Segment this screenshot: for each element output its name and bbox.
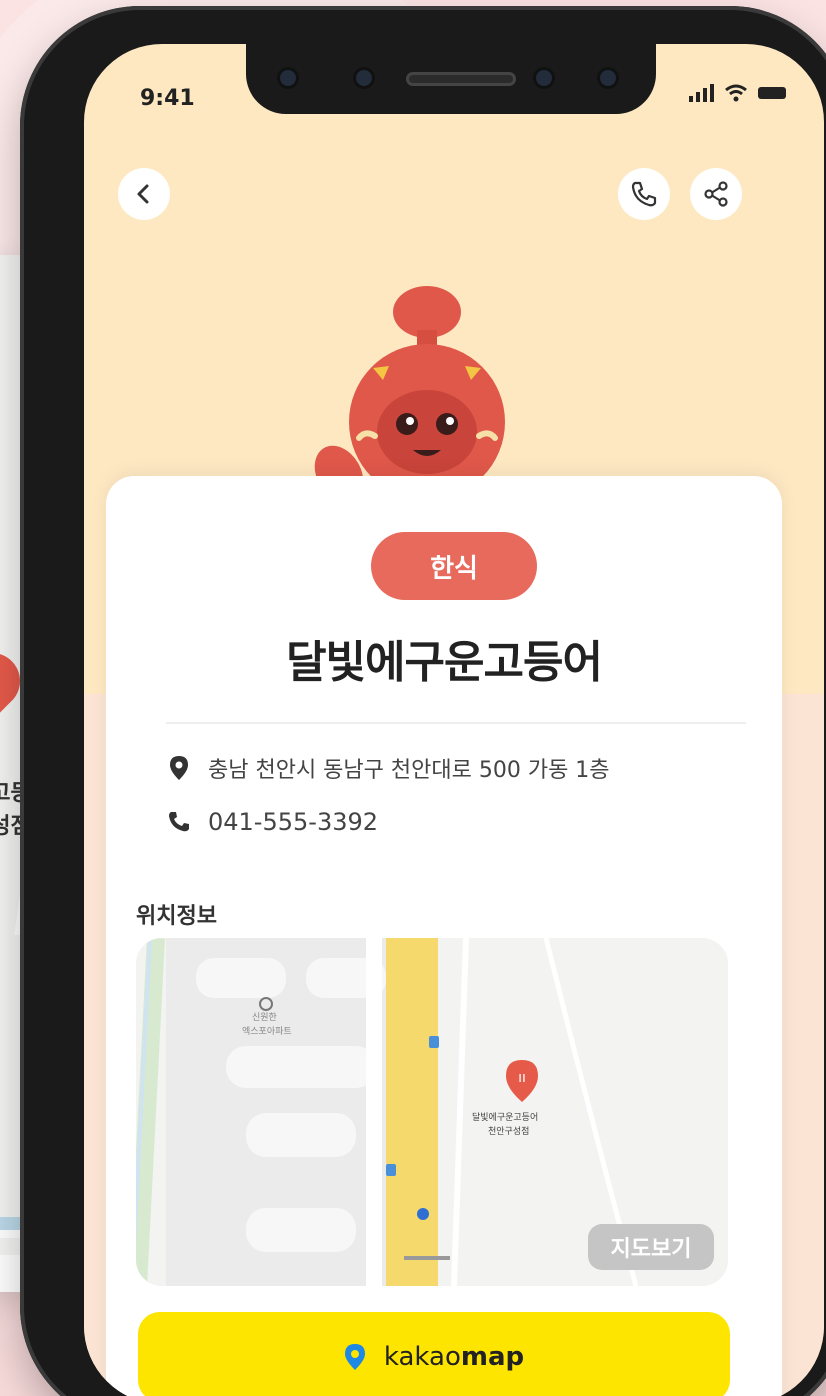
- kakao-text: kakao: [383, 1342, 461, 1372]
- call-button[interactable]: [618, 168, 670, 220]
- phone-row[interactable]: 041-555-3392: [166, 808, 378, 836]
- phone-screen: 9:41 한식 달빛에구운고등어 충남 천안시 동남구 천안대로 500 가동 …: [84, 44, 824, 1396]
- restaurant-name: 달빛에구운고등어: [286, 637, 603, 688]
- share-icon: [704, 181, 728, 207]
- status-indicators: [688, 84, 786, 102]
- map-pin-icon: [344, 1344, 365, 1370]
- map-apartment-label: 엑스포아파트: [242, 1027, 292, 1037]
- back-button[interactable]: [118, 168, 170, 220]
- phone-icon: [166, 810, 192, 834]
- address-text: 충남 천안시 동남구 천안대로 500 가동 1층: [208, 758, 610, 783]
- address-row: 충남 천안시 동남구 천안대로 500 가동 1층: [166, 752, 610, 784]
- signal-icon: [689, 84, 714, 102]
- sensor-icon: [280, 70, 296, 86]
- location-map[interactable]: ıı 신원한 엑스포아파트 달빛에구운고등어 천안구성점 지도보기: [136, 938, 728, 1286]
- camera-icon: [536, 70, 552, 86]
- phone-icon: [631, 181, 657, 207]
- view-map-button[interactable]: 지도보기: [588, 1224, 714, 1270]
- kakaomap-button[interactable]: kakaomap: [138, 1312, 730, 1396]
- map-pin-icon: [166, 755, 192, 781]
- map-text: map: [460, 1342, 525, 1372]
- category-badge: 한식: [371, 532, 537, 600]
- status-time: 9:41: [140, 86, 195, 111]
- svg-text:ıı: ıı: [518, 1070, 526, 1086]
- kakaomap-logo-text: kakaomap: [384, 1342, 524, 1372]
- phone-notch: [246, 44, 656, 114]
- location-section-title: 위치정보: [136, 904, 217, 929]
- speaker-grille: [406, 72, 516, 86]
- share-button[interactable]: [690, 168, 742, 220]
- chevron-left-icon: [137, 184, 149, 204]
- map-apartment-label: 신원한: [252, 1013, 277, 1023]
- map-poi-label: 달빛에구운고등어: [472, 1113, 539, 1123]
- phone-frame: 9:41 한식 달빛에구운고등어 충남 천안시 동남구 천안대로 500 가동 …: [20, 6, 826, 1396]
- divider: [166, 722, 746, 724]
- battery-icon: [758, 87, 786, 99]
- restaurant-detail-card: 한식 달빛에구운고등어 충남 천안시 동남구 천안대로 500 가동 1층 04…: [106, 476, 782, 1396]
- wifi-icon: [725, 84, 747, 102]
- phone-number[interactable]: 041-555-3392: [208, 808, 378, 836]
- sensor-icon: [356, 70, 372, 86]
- camera-icon: [600, 70, 616, 86]
- map-poi-label: 천안구성점: [488, 1127, 530, 1137]
